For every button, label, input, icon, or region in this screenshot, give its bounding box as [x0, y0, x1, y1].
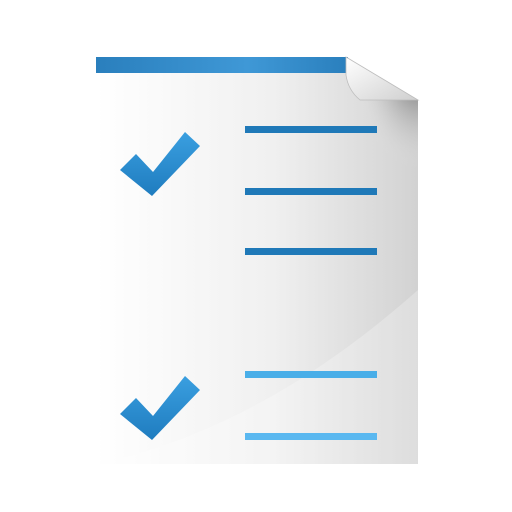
- list-line: [245, 433, 377, 440]
- list-line: [245, 371, 377, 378]
- header-bar: [96, 57, 348, 73]
- list-line: [245, 248, 377, 255]
- folded-corner: [345, 56, 420, 101]
- list-line: [245, 188, 377, 195]
- checklist-document-icon: [96, 56, 420, 464]
- list-line: [245, 126, 377, 133]
- icon-canvas: [0, 0, 512, 512]
